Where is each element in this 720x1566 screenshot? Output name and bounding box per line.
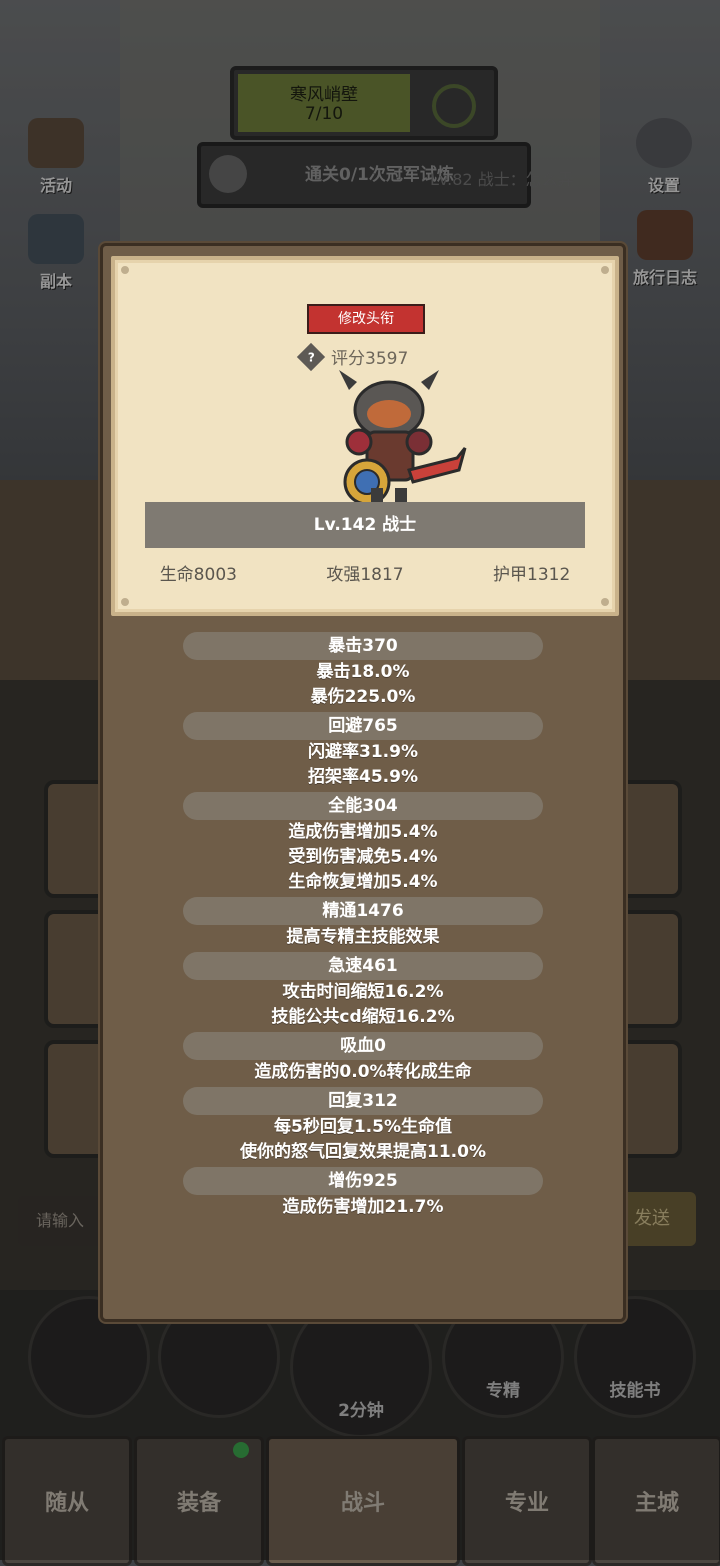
- attack-stat: 攻强1817: [326, 565, 404, 585]
- attr-line: 闪避率31.9%: [308, 742, 418, 762]
- hp-stat: 生命8003: [159, 565, 237, 585]
- rivet: [601, 598, 609, 606]
- character-card: 修改头衔 ? 评分3597 Lv.142 战士 生命8003 攻强1817 护甲…: [111, 256, 619, 616]
- score-row: ? 评分3597: [296, 342, 409, 371]
- summary-stats: 生命8003 攻强1817 护甲1312: [115, 560, 615, 585]
- attr-line: 使你的怒气回复效果提高11.0%: [240, 1142, 486, 1162]
- haste-header: 急速461: [183, 952, 543, 980]
- rivet: [121, 266, 129, 274]
- attr-line: 造成伤害增加5.4%: [288, 822, 438, 842]
- regen-header: 回复312: [183, 1087, 543, 1115]
- crit-header: 暴击370: [183, 632, 543, 660]
- lifesteal-header: 吸血0: [183, 1032, 543, 1060]
- attr-line: 受到伤害减免5.4%: [288, 847, 438, 867]
- attr-line: 每5秒回复1.5%生命值: [274, 1117, 452, 1137]
- rivet: [601, 266, 609, 274]
- score-label: 评分3597: [331, 349, 409, 369]
- attr-line: 生命恢复增加5.4%: [288, 872, 438, 892]
- attr-line: 技能公共cd缩短16.2%: [271, 1007, 455, 1027]
- warrior-avatar: [339, 370, 467, 512]
- avoidance-header: 回避765: [183, 712, 543, 740]
- mastery-header: 精通1476: [183, 897, 543, 925]
- character-stats-panel: 修改头衔 ? 评分3597 Lv.142 战士 生命8003 攻强1817 护甲…: [100, 243, 626, 1322]
- character-name-bar: Lv.142 战士: [145, 502, 585, 548]
- versatility-header: 全能304: [183, 792, 543, 820]
- rivet: [121, 598, 129, 606]
- attr-line: 暴击18.0%: [316, 662, 410, 682]
- damage-bonus-header: 增伤925: [183, 1167, 543, 1195]
- help-icon[interactable]: ?: [296, 342, 326, 371]
- attr-line: 暴伤225.0%: [310, 687, 416, 707]
- attr-line: 招架率45.9%: [308, 767, 418, 787]
- attr-line: 造成伤害的0.0%转化成生命: [254, 1062, 472, 1082]
- attr-line: 造成伤害增加21.7%: [282, 1197, 444, 1217]
- edit-title-button[interactable]: 修改头衔: [307, 304, 425, 334]
- armor-stat: 护甲1312: [493, 565, 571, 585]
- attr-line: 提高专精主技能效果: [286, 927, 440, 947]
- attr-line: 攻击时间缩短16.2%: [282, 982, 444, 1002]
- attribute-list: 暴击370 暴击18.0% 暴伤225.0% 回避765 闪避率31.9% 招架…: [103, 632, 623, 1220]
